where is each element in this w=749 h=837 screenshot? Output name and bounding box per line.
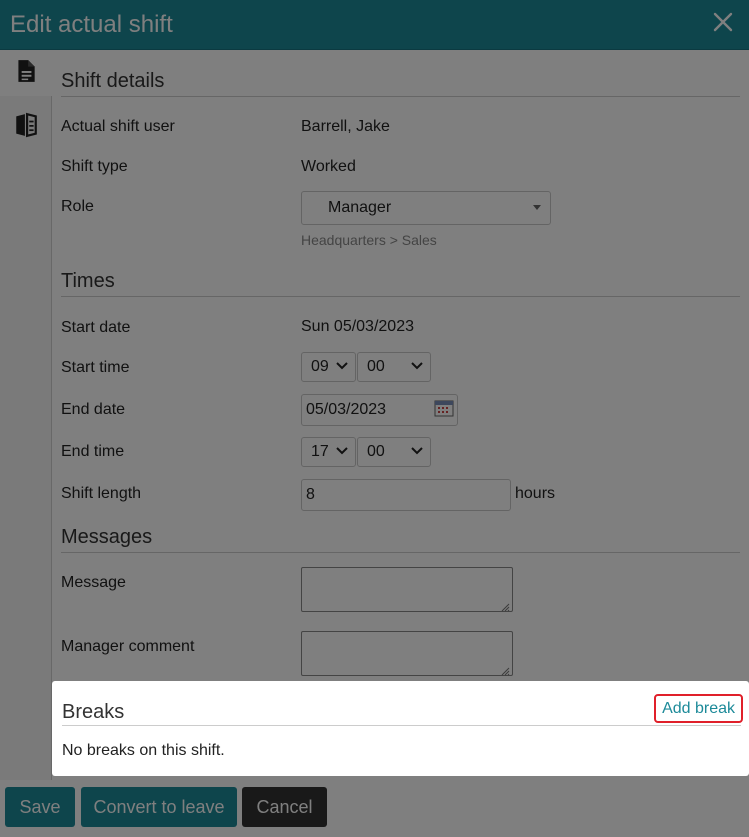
add-break-button[interactable]: Add break bbox=[654, 694, 743, 723]
cancel-button[interactable]: Cancel bbox=[242, 787, 327, 827]
dialog-title: Edit actual shift bbox=[10, 11, 173, 38]
manager-comment-label: Manager comment bbox=[61, 638, 195, 655]
start-date-label: Start date bbox=[61, 319, 131, 336]
user-label: Actual shift user bbox=[61, 118, 175, 135]
shift-length-input[interactable]: 8 bbox=[301, 479, 511, 511]
start-minute-select[interactable]: 00 bbox=[357, 352, 431, 382]
end-hour-value: 17 bbox=[311, 443, 329, 460]
breaks-divider bbox=[62, 725, 741, 726]
resize-grip-icon[interactable] bbox=[500, 663, 510, 676]
message-textarea[interactable] bbox=[301, 567, 513, 612]
chevron-down-icon bbox=[410, 443, 430, 462]
convert-to-leave-button[interactable]: Convert to leave bbox=[81, 787, 237, 827]
message-label: Message bbox=[61, 574, 126, 591]
chevron-down-icon bbox=[335, 358, 355, 377]
end-minute-select[interactable]: 00 bbox=[357, 437, 431, 467]
tab-audit[interactable] bbox=[0, 104, 52, 150]
triangle-down-icon bbox=[532, 199, 550, 217]
resize-grip-icon[interactable] bbox=[500, 599, 510, 612]
section-messages: Messages bbox=[61, 526, 740, 553]
manager-comment-textarea[interactable] bbox=[301, 631, 513, 676]
start-hour-value: 09 bbox=[311, 358, 329, 375]
end-time-label: End time bbox=[61, 443, 125, 460]
shift-type-label: Shift type bbox=[61, 158, 128, 175]
tab-shift-details[interactable] bbox=[0, 50, 52, 96]
shift-type-value: Worked bbox=[301, 158, 356, 175]
save-button[interactable]: Save bbox=[5, 787, 75, 827]
role-select[interactable]: Manager bbox=[301, 191, 551, 225]
chevron-down-icon bbox=[410, 358, 430, 377]
end-hour-select[interactable]: 17 bbox=[301, 437, 356, 467]
section-shift-details: Shift details bbox=[61, 70, 740, 97]
start-date-value: Sun 05/03/2023 bbox=[301, 318, 414, 335]
end-date-label: End date bbox=[61, 401, 126, 418]
start-minute-value: 00 bbox=[367, 358, 385, 375]
user-value: Barrell, Jake bbox=[301, 118, 390, 135]
role-path: Headquarters > Sales bbox=[301, 232, 437, 248]
role-label: Role bbox=[61, 198, 94, 215]
dialog-footer: Save Convert to leave Cancel bbox=[0, 778, 749, 837]
breaks-panel: Breaks Add break No breaks on this shift… bbox=[52, 681, 749, 776]
shift-length-label: Shift length bbox=[61, 485, 142, 502]
book-icon bbox=[13, 112, 39, 143]
end-minute-value: 00 bbox=[367, 443, 385, 460]
section-times: Times bbox=[61, 270, 740, 297]
section-breaks: Breaks bbox=[62, 701, 125, 723]
shift-length-value: 8 bbox=[306, 486, 315, 503]
chevron-down-icon bbox=[335, 443, 355, 462]
calendar-icon[interactable] bbox=[434, 399, 454, 422]
breaks-empty-text: No breaks on this shift. bbox=[62, 742, 225, 759]
close-icon[interactable] bbox=[711, 10, 735, 34]
start-hour-select[interactable]: 09 bbox=[301, 352, 356, 382]
side-tab-rail bbox=[0, 50, 52, 780]
document-icon bbox=[13, 58, 39, 89]
end-date-input[interactable]: 05/03/2023 bbox=[301, 394, 458, 426]
start-time-label: Start time bbox=[61, 359, 130, 376]
end-date-value: 05/03/2023 bbox=[306, 401, 387, 418]
role-select-value: Manager bbox=[328, 199, 392, 216]
dialog-titlebar: Edit actual shift bbox=[0, 0, 749, 50]
shift-length-unit: hours bbox=[515, 485, 556, 502]
